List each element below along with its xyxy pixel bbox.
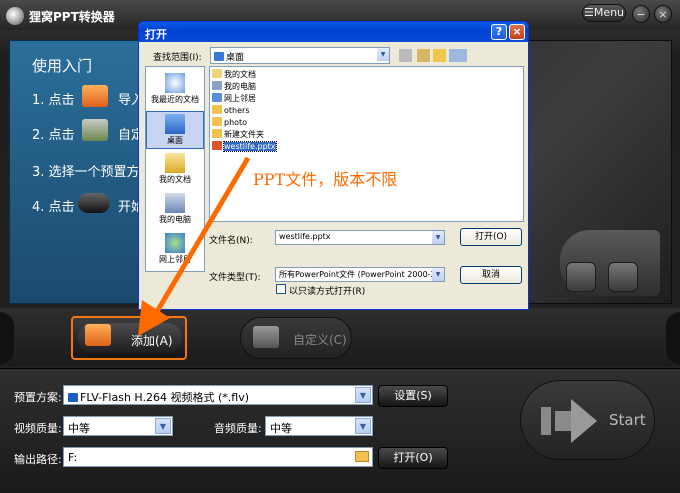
folder-icon — [212, 105, 222, 114]
right-edge-decoration — [666, 312, 680, 364]
menu-icon: ☰ — [583, 6, 594, 19]
video-quality-label: 视频质量: — [14, 422, 62, 435]
filetype-value: 所有PowerPoint文件 (PowerPoint 2000-20 — [279, 270, 441, 279]
new-folder-icon[interactable] — [433, 49, 446, 62]
filetype-select[interactable]: 所有PowerPoint文件 (PowerPoint 2000-20 ▼ — [275, 267, 445, 282]
app-logo-icon — [6, 7, 24, 25]
menu-button[interactable]: ☰Menu — [582, 4, 626, 22]
place-recent-label: 我最近的文档 — [151, 95, 199, 104]
file-name: 我的文档 — [224, 70, 256, 79]
app-title: 狸窝PPT转换器 — [29, 10, 115, 24]
preset-value: FLV-Flash H.264 视频格式 (*.flv) — [80, 391, 250, 404]
annotation-text: PPT文件，版本不限 — [253, 170, 398, 189]
guide-title: 使用入门 — [32, 57, 93, 75]
ppt-converter-window: 狸窝PPT转换器 ☰Menu − × 使用入门 1. 点击 导入 2. 点击 自… — [0, 0, 680, 493]
start-arrow-icon — [541, 399, 597, 443]
audio-quality-label: 音频质量: — [214, 422, 262, 435]
fast-forward-button[interactable] — [566, 262, 596, 292]
video-quality-select[interactable]: 中等 ▼ — [63, 416, 173, 436]
close-button[interactable]: × — [654, 5, 672, 23]
place-desktop[interactable]: 桌面 — [146, 111, 204, 149]
file-name: others — [224, 106, 250, 115]
guide-step-4: 4. 点击 — [32, 196, 75, 215]
readonly-checkbox[interactable] — [276, 284, 286, 294]
folder-icon — [212, 129, 222, 138]
video-quality-value: 中等 — [68, 422, 90, 435]
tools-icon — [82, 119, 108, 141]
file-item[interactable]: others — [212, 105, 249, 117]
dialog-cancel-button[interactable]: 取消 — [460, 266, 522, 284]
add-ppt-icon — [85, 324, 111, 346]
output-path-value: F: — [68, 451, 78, 464]
file-item[interactable]: photo — [212, 117, 247, 129]
chevron-down-icon: ▼ — [355, 387, 371, 403]
menu-label: Menu — [593, 6, 625, 19]
custom-button-label: 自定义(C) — [293, 333, 347, 347]
preset-select[interactable]: FLV-Flash H.264 视频格式 (*.flv) ▼ — [63, 385, 373, 405]
chevron-down-icon: ▼ — [155, 418, 171, 434]
place-desktop-label: 桌面 — [167, 136, 183, 145]
folder-icon — [212, 117, 222, 126]
step-2-label: 2. 点击 — [32, 128, 75, 143]
open-folder-button[interactable]: 打开(O) — [378, 447, 448, 469]
filename-input[interactable]: westlife.pptx ▼ — [275, 230, 445, 245]
file-item[interactable]: 我的文档 — [212, 69, 256, 81]
chevron-down-icon: ▼ — [432, 231, 444, 244]
pptx-file-icon — [212, 141, 222, 150]
file-item[interactable]: 我的电脑 — [212, 81, 256, 93]
start-label: Start — [609, 411, 646, 429]
back-icon[interactable] — [399, 49, 412, 62]
step-4-label: 4. 点击 — [32, 200, 75, 215]
file-item[interactable]: 新建文件夹 — [212, 129, 264, 141]
computer-icon — [212, 81, 222, 90]
play-button[interactable] — [608, 262, 638, 292]
desktop-icon — [165, 114, 185, 134]
audio-quality-value: 中等 — [270, 422, 292, 435]
minimize-button[interactable]: − — [632, 5, 650, 23]
place-recent[interactable]: 我最近的文档 — [146, 71, 204, 109]
file-item[interactable]: 网上邻居 — [212, 93, 256, 105]
look-in-value: 桌面 — [226, 53, 245, 63]
readonly-label: 以只读方式打开(R) — [289, 287, 366, 297]
settings-button[interactable]: 设置(S) — [378, 385, 448, 407]
help-button[interactable]: ? — [491, 24, 507, 40]
preset-label: 预置方案: — [14, 391, 62, 404]
chevron-down-icon: ▼ — [432, 268, 444, 281]
filename-value: westlife.pptx — [279, 232, 331, 241]
start-button[interactable]: Start — [520, 380, 655, 460]
annotation-arrow-icon — [138, 156, 251, 336]
recent-documents-icon — [165, 73, 185, 93]
folder-icon[interactable] — [355, 451, 369, 462]
step-1-label: 1. 点击 — [32, 93, 75, 108]
dialog-close-button[interactable]: × — [509, 24, 525, 40]
dialog-open-button[interactable]: 打开(O) — [460, 228, 522, 246]
desktop-icon — [214, 52, 224, 61]
my-documents-icon — [212, 69, 222, 78]
chevron-down-icon: ▼ — [355, 418, 371, 434]
network-icon — [212, 93, 222, 102]
file-name: 新建文件夹 — [224, 130, 264, 139]
start-mini-icon — [78, 193, 110, 213]
output-path-label: 输出路径: — [14, 453, 62, 466]
look-in-select[interactable]: 桌面 ▼ — [210, 47, 390, 64]
look-in-label: 查找范围(I): — [153, 53, 202, 63]
left-edge-decoration — [0, 312, 14, 364]
flv-icon — [68, 393, 78, 402]
file-name: 我的电脑 — [224, 82, 256, 91]
chevron-down-icon: ▼ — [377, 48, 389, 61]
import-ppt-icon — [82, 85, 108, 107]
output-path-input[interactable]: F: — [63, 447, 373, 467]
view-menu-icon[interactable] — [449, 49, 467, 62]
up-folder-icon[interactable] — [417, 49, 430, 62]
audio-quality-select[interactable]: 中等 ▼ — [265, 416, 373, 436]
file-name: photo — [224, 118, 248, 127]
dialog-title: 打开 — [139, 22, 528, 42]
file-name: 网上邻居 — [224, 94, 256, 103]
guide-step-2: 2. 点击 — [32, 124, 75, 143]
guide-step-1: 1. 点击 — [32, 89, 75, 108]
guide-step-3: 3. 选择一个预置方 — [32, 165, 140, 180]
